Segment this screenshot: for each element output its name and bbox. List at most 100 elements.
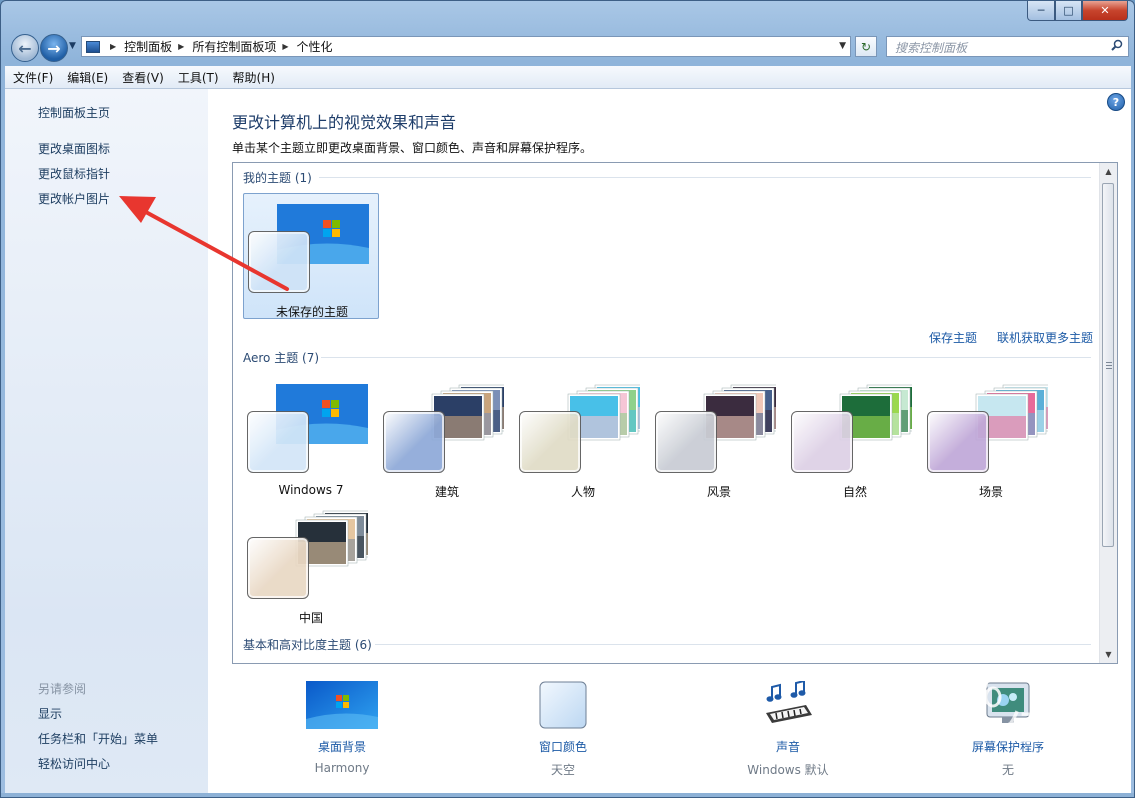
scroll-grip-icon [1106,362,1112,369]
arrow-right-icon: → [47,38,61,58]
menu-view[interactable]: 查看(V) [116,69,170,86]
search-input[interactable] [893,38,1097,57]
address-bar[interactable]: ▶ 控制面板 ▶ 所有控制面板项 ▶ 个性化 ▼ [81,36,851,57]
desktop-background-setting[interactable]: 桌面背景 Harmony [262,681,422,775]
group-divider [319,177,1091,178]
theme-color-swatch [247,411,309,473]
screen-saver-icon [986,682,1030,723]
screen-saver-label[interactable]: 屏幕保护程序 [928,738,1088,755]
breadcrumb: ▶ 控制面板 ▶ 所有控制面板项 ▶ 个性化 [104,38,333,55]
screen-saver-value: 无 [1001,763,1014,777]
theme-tile-china[interactable]: 中国 [243,500,379,626]
sounds-value: Windows 默认 [747,763,829,777]
theme-label: 未保存的主题 [275,305,348,319]
close-button[interactable]: ✕ [1082,1,1128,21]
group-divider [375,644,1091,645]
theme-label: 建筑 [434,485,459,499]
search-box[interactable] [886,36,1129,57]
theme-color-swatch [519,411,581,473]
theme-color-swatch [655,411,717,473]
menu-edit[interactable]: 编辑(E) [61,69,114,86]
sounds-label[interactable]: 声音 [708,738,868,755]
see-also-display[interactable]: 显示 [38,705,62,722]
caption-buttons: ─ □ ✕ [1027,1,1128,21]
sidebar-link-change-account-picture[interactable]: 更改帐户图片 [38,190,110,207]
window-bottom-border [1,793,1134,797]
page-title: 更改计算机上的视觉效果和声音 [232,113,457,132]
theme-tile-nature[interactable]: 自然 [787,374,923,500]
see-also-heading: 另请参阅 [38,682,87,696]
page-subtitle: 单击某个主题立即更改桌面背景、窗口颜色、声音和屏幕保护程序。 [232,141,593,155]
theme-tile-characters[interactable]: 人物 [515,374,651,500]
basic-themes-heading: 基本和高对比度主题 (6) [243,638,372,652]
get-more-themes-online-link[interactable]: 联机获取更多主题 [997,329,1093,346]
screen-saver-setting[interactable]: 屏幕保护程序 无 [928,681,1088,778]
refresh-icon: ↻ [860,39,872,54]
sidebar-link-change-mouse-pointers[interactable]: 更改鼠标指针 [38,165,110,182]
main-pane: ? 更改计算机上的视觉效果和声音 单击某个主题立即更改桌面背景、窗口颜色、声音和… [208,89,1131,793]
theme-tile-unsaved[interactable]: 未保存的主题 [243,193,379,319]
address-dropdown-icon[interactable]: ▼ [839,41,846,51]
theme-label: 风景 [706,485,731,499]
theme-label: Windows 7 [278,483,344,497]
desktop-background-icon [306,681,378,729]
scroll-up-button[interactable]: ▲ [1100,163,1117,180]
theme-label: 自然 [842,485,867,499]
theme-color-swatch [248,231,310,293]
sidebar: 控制面板主页 更改桌面图标 更改鼠标指针 更改帐户图片 另请参阅 显示 任务栏和… [5,89,208,793]
sounds-setting[interactable]: 声音 Windows 默认 [708,679,868,778]
navigation-row: ← → ▼ ▶ 控制面板 ▶ 所有控制面板项 ▶ 个性化 ▼ ↻ [9,33,1129,62]
theme-color-swatch [791,411,853,473]
window-color-value: 天空 [550,763,575,777]
breadcrumb-separator[interactable]: ▶ [178,42,184,51]
my-themes-links: 保存主题 联机获取更多主题 [909,329,1093,346]
save-theme-link[interactable]: 保存主题 [929,329,977,346]
theme-label: 人物 [570,485,595,499]
theme-label: 场景 [978,485,1003,499]
back-button[interactable]: ← [11,34,39,62]
theme-color-swatch [927,411,989,473]
theme-tile-architecture[interactable]: 建筑 [379,374,515,500]
minimize-button[interactable]: ─ [1027,1,1055,21]
window-color-setting[interactable]: 窗口颜色 天空 [483,681,643,778]
breadcrumb-personalization[interactable]: 个性化 [297,38,333,55]
sidebar-link-change-desktop-icons[interactable]: 更改桌面图标 [38,140,110,157]
scroll-thumb[interactable] [1102,183,1114,547]
breadcrumb-all-items[interactable]: 所有控制面板项 [192,38,276,55]
menu-help[interactable]: 帮助(H) [227,69,281,86]
group-divider [321,357,1091,358]
maximize-button[interactable]: □ [1055,1,1082,21]
aero-themes-heading: Aero 主题 (7) [243,351,320,365]
sounds-icon [766,679,812,723]
forward-button[interactable]: → [40,34,68,62]
see-also-ease-of-access[interactable]: 轻松访问中心 [38,755,110,772]
desktop-background-value: Harmony [314,761,370,775]
theme-tile-windows-7[interactable]: Windows 7 [243,374,379,500]
see-also-taskbar-start-menu[interactable]: 任务栏和「开始」菜单 [38,730,158,747]
breadcrumb-separator[interactable]: ▶ [282,42,288,51]
breadcrumb-control-panel[interactable]: 控制面板 [124,38,172,55]
theme-label: 中国 [298,611,323,625]
sidebar-link-control-panel-home[interactable]: 控制面板主页 [38,104,110,121]
scroll-down-button[interactable]: ▼ [1100,646,1117,663]
window-color-icon [539,681,587,729]
search-icon[interactable] [1111,39,1123,51]
theme-color-swatch [383,411,445,473]
menu-file[interactable]: 文件(F) [7,69,59,86]
window-color-label[interactable]: 窗口颜色 [483,738,643,755]
theme-tile-landscapes[interactable]: 风景 [651,374,787,500]
help-icon[interactable]: ? [1107,93,1125,111]
theme-tile-scenes[interactable]: 场景 [923,374,1059,500]
breadcrumb-separator[interactable]: ▶ [110,42,116,51]
recent-pages-dropdown[interactable]: ▼ [69,41,76,51]
theme-list-scrollbar[interactable]: ▲ ▼ [1099,163,1117,663]
theme-list-panel: 我的主题 (1) 未保存的主题 保存主题 联机获取更多主题 Aero 主题 (7… [232,162,1118,664]
personalization-window: ─ □ ✕ ← → ▼ ▶ 控制面板 ▶ 所有控制面板项 ▶ 个性化 ▼ ↻ 搜… [0,0,1135,798]
desktop-background-label[interactable]: 桌面背景 [262,738,422,755]
arrow-left-icon: ← [18,38,32,58]
menu-tools[interactable]: 工具(T) [172,69,225,86]
menu-bar: 文件(F) 编辑(E) 查看(V) 工具(T) 帮助(H) [5,66,1131,89]
theme-color-swatch [247,537,309,599]
control-panel-icon [86,40,100,53]
refresh-button[interactable]: ↻ [855,36,877,57]
